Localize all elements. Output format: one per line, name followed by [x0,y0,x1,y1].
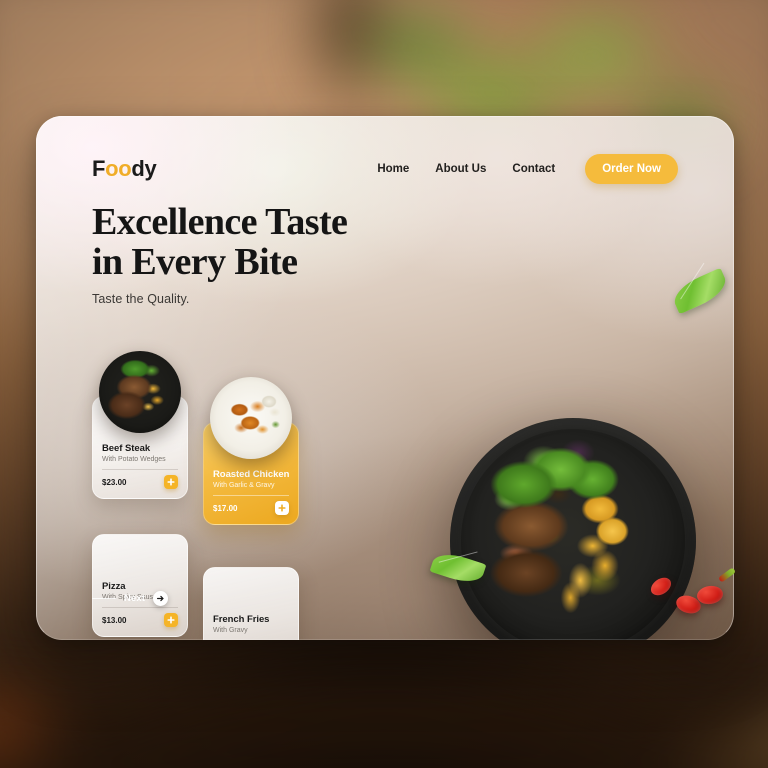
glass-hero-panel: Foody Home About Us Contact Order Now Ex… [36,116,734,640]
red-chili-slice-icon [695,584,725,606]
screenshot-canvas: Foody Home About Us Contact Order Now Ex… [0,0,768,768]
glass-panel-border [36,116,734,640]
